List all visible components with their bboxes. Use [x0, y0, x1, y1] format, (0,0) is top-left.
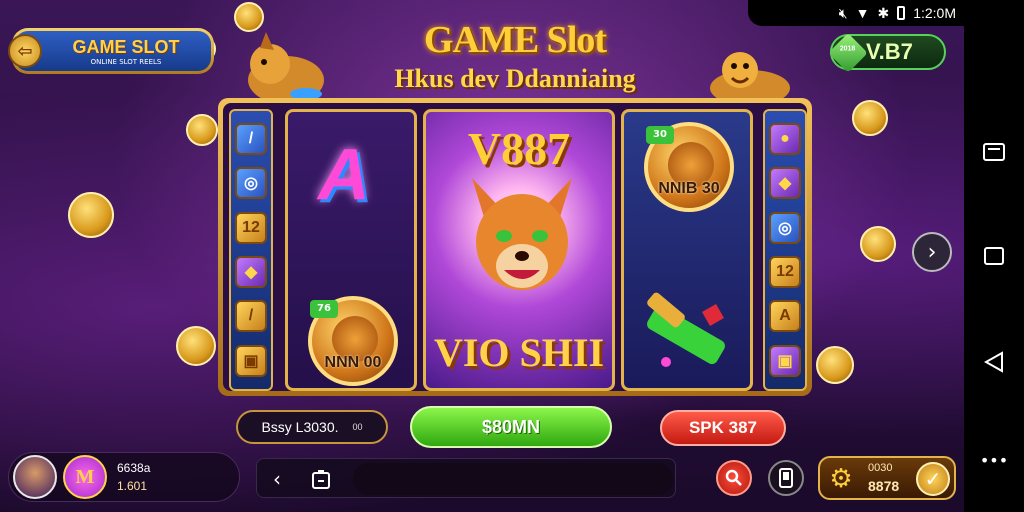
coin-decoration [176, 326, 216, 366]
reel-title: V887 [467, 123, 571, 174]
coin-badge-left: 76 NNN 00 [308, 296, 398, 386]
side-column-right: ● ◆ ◎ 12 A ▣ [763, 109, 807, 391]
side-symbol: ▣ [235, 344, 267, 377]
bet-label: Bssy L3030. [261, 419, 339, 435]
phone-icon[interactable] [768, 460, 804, 496]
letter-symbol: A [318, 135, 370, 215]
side-symbol: 12 [769, 256, 801, 289]
game-logo[interactable]: GAME SLOT ONLINE SLOT REELS ⇦ [8, 28, 214, 74]
coin-decoration [186, 114, 218, 146]
side-symbol: ◆ [235, 256, 267, 289]
status-bar: 🔇︎ ▼ ✱ 1:2:0M [748, 0, 964, 26]
user-panel[interactable]: M 6638a 1.601 [8, 452, 240, 502]
back-arrow-icon[interactable]: ⇦ [8, 34, 42, 68]
side-symbol: ◎ [235, 167, 267, 200]
menu-icon[interactable] [964, 132, 1024, 172]
coin-decoration [860, 226, 896, 262]
gem-label: 2018 [839, 45, 856, 53]
side-symbol: ◆ [769, 167, 801, 200]
reels-area: / ◎ 12 ◆ / ▣ A 76 NNN 00 V887 VIO SHII 3… [223, 103, 807, 391]
side-symbol: ▣ [769, 344, 801, 377]
battery-icon [897, 6, 906, 20]
side-symbol: A [769, 300, 801, 333]
treasure-icon [647, 292, 725, 367]
side-symbol: ◎ [769, 211, 801, 244]
side-column-left: / ◎ 12 ◆ / ▣ [229, 109, 273, 391]
fox-character-icon [472, 178, 572, 290]
badge-label: NNIB 30 [658, 180, 720, 197]
message-field[interactable] [353, 463, 673, 495]
balance-pill[interactable]: 2018 V.B7 [828, 33, 946, 73]
game-screen: GAME SLOT ONLINE SLOT REELS ⇦ GAME Slot … [0, 0, 1024, 512]
mute-icon: 🔇︎ [838, 4, 848, 21]
side-symbol: 12 [235, 211, 267, 244]
reel-middle: V887 VIO SHII [423, 109, 615, 391]
recents-icon[interactable] [964, 236, 1024, 276]
system-nav-bar: ••• [964, 0, 1024, 512]
reel-right: 30 NNIB 30 [621, 109, 753, 391]
gem-icon: 2018 [828, 33, 868, 73]
bluetooth-icon: ✱ [877, 4, 890, 21]
check-icon[interactable]: ✓ [916, 462, 950, 496]
bet-amount-pill[interactable]: Bssy L3030. 00 [236, 410, 388, 444]
badge-label: NNN 00 [324, 354, 382, 371]
more-icon[interactable]: ••• [964, 440, 1024, 480]
bet-small: 00 [352, 422, 363, 432]
logo-title: GAME SLOT [72, 36, 180, 57]
bottom-toolbar: ‹ [256, 458, 676, 498]
logo-tagline: ONLINE SLOT REELS [90, 57, 162, 66]
reel-caption: VIO SHII [433, 330, 605, 375]
gear-icon[interactable]: ⚙ [826, 464, 856, 494]
side-symbol: / [235, 123, 267, 156]
vip-badge-icon: M [63, 455, 107, 499]
clock: 1:2:0M [913, 5, 956, 21]
reel-left: A 76 NNN 00 [285, 109, 417, 391]
search-icon[interactable] [716, 460, 752, 496]
game-title: GAME Slot [423, 19, 607, 61]
wifi-icon: ▼ [855, 5, 870, 21]
back-icon[interactable]: ‹ [263, 465, 291, 493]
dog-mascot-left [248, 32, 324, 104]
badge-tag: 76 [310, 300, 338, 318]
user-name: 6638a [117, 461, 151, 475]
app-icon[interactable] [307, 465, 335, 493]
badge-tag: 30 [646, 126, 674, 144]
user-level: 1.601 [117, 479, 148, 493]
coins-label: 0030 [868, 462, 893, 474]
coin-decoration [816, 346, 854, 384]
game-subtitle: Hkus dev Ddanniaing [394, 64, 636, 93]
coin-badge-right: 30 NNIB 30 [644, 122, 734, 212]
coin-decoration [234, 2, 264, 32]
coins-value: 8878 [868, 478, 900, 494]
coin-decoration [68, 192, 114, 238]
coins-panel[interactable]: ⚙ 0030 8878 ✓ [818, 456, 956, 500]
spin-button[interactable]: $80MN [410, 406, 612, 448]
side-symbol: / [235, 300, 267, 333]
chevron-right-icon[interactable]: › [912, 232, 952, 272]
back-nav-icon[interactable] [964, 342, 1024, 382]
side-symbol: ● [769, 123, 801, 156]
reels-frame: / ◎ 12 ◆ / ▣ A 76 NNN 00 V887 VIO SHII 3… [218, 98, 812, 396]
avatar[interactable] [13, 455, 57, 499]
auto-spin-button[interactable]: SPK 387 [660, 410, 786, 446]
balance-value: V.B7 [866, 39, 913, 64]
coin-decoration [852, 100, 888, 136]
